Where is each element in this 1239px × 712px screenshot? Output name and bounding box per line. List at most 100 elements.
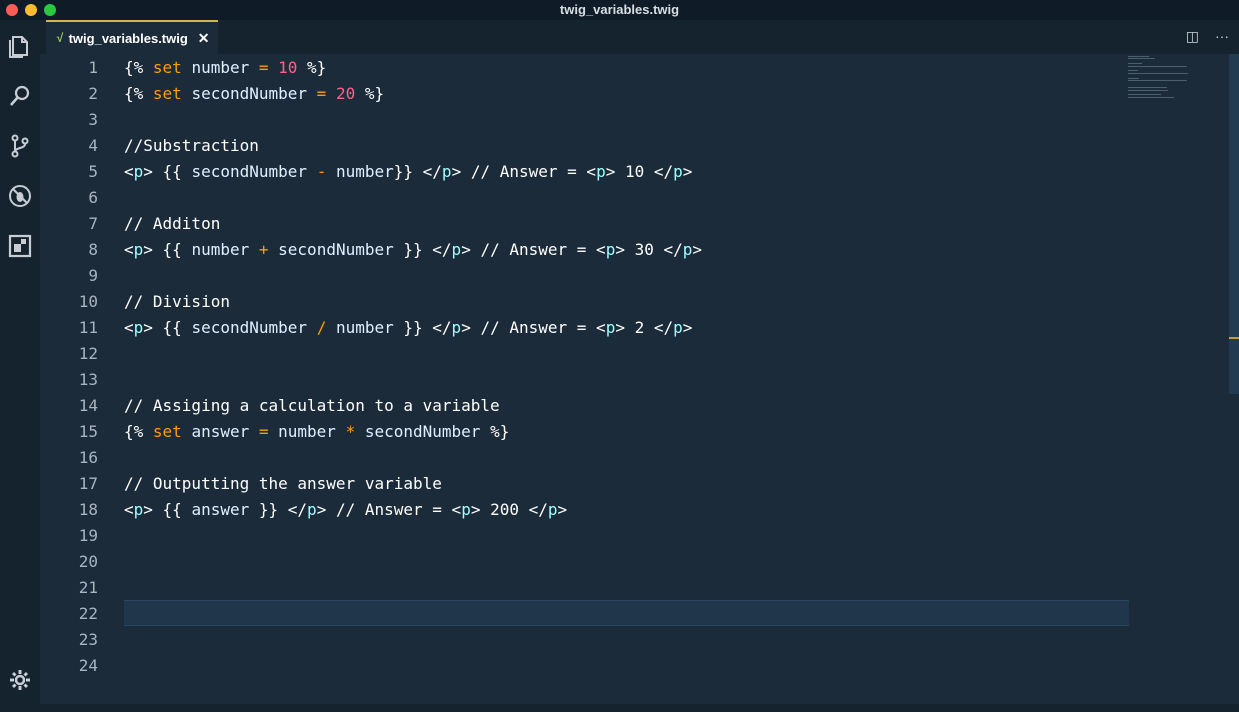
code-token: p xyxy=(133,318,144,337)
code-token: > {{ xyxy=(143,162,192,181)
minimap-line xyxy=(1128,89,1168,91)
extensions-icon[interactable] xyxy=(6,232,34,260)
code-token: 20 xyxy=(335,84,356,103)
code-token: {% xyxy=(124,84,153,103)
activity-bar xyxy=(0,20,40,712)
code-token: %} xyxy=(480,422,510,441)
minimap-line xyxy=(1128,96,1174,98)
tab-twig-variables[interactable]: √ twig_variables.twig ✕ xyxy=(46,20,218,54)
code-token: set xyxy=(152,58,192,77)
code-line[interactable]: //Substraction xyxy=(124,133,259,159)
window-title: twig_variables.twig xyxy=(559,2,680,17)
code-token: p xyxy=(451,240,462,259)
code-token: }} </ xyxy=(393,162,442,181)
code-line[interactable]: // Assiging a calculation to a variable xyxy=(124,393,500,419)
debug-icon[interactable] xyxy=(6,182,34,210)
minimap-line xyxy=(1128,65,1187,67)
code-token: number xyxy=(191,58,259,77)
gear-icon[interactable] xyxy=(6,666,34,694)
code-token: }} </ xyxy=(393,240,452,259)
code-token: < xyxy=(124,500,134,519)
code-token: > // Answer = < xyxy=(461,318,606,337)
code-area[interactable]: {% set number = 10 %} {% set secondNumber… xyxy=(124,54,1129,704)
line-number: 7 xyxy=(88,214,98,233)
editor-window: twig_variables.twig √ twig_variables.twi… xyxy=(0,0,1239,712)
code-token: > {{ xyxy=(143,240,192,259)
code-line[interactable]: <p> {{ number + secondNumber }} </p> // … xyxy=(124,237,702,263)
code-token: set xyxy=(152,84,192,103)
line-number: 23 xyxy=(78,630,98,649)
code-token: > // Answer = < xyxy=(451,162,597,181)
files-icon[interactable] xyxy=(6,32,34,60)
minimap-line xyxy=(1128,63,1142,65)
line-number: 12 xyxy=(78,344,98,363)
code-token: = xyxy=(258,58,279,77)
zoom-window-button[interactable] xyxy=(44,4,56,16)
minimap-line xyxy=(1128,56,1149,57)
code-token: secondNumber xyxy=(278,240,394,259)
code-token: p xyxy=(133,500,144,519)
code-token: = xyxy=(316,84,336,103)
code-token: p xyxy=(451,318,462,337)
code-token: p xyxy=(596,162,606,181)
code-token: > xyxy=(692,240,703,259)
code-token: p xyxy=(673,318,683,337)
code-token: * xyxy=(345,422,365,441)
code-token: {% xyxy=(124,422,153,441)
scrollbar-marker xyxy=(1229,337,1239,339)
close-icon[interactable]: ✕ xyxy=(198,30,210,47)
code-token: //Substraction xyxy=(124,136,259,155)
twig-file-icon: √ xyxy=(56,31,63,45)
minimap[interactable] xyxy=(1128,54,1228,134)
vertical-scrollbar[interactable] xyxy=(1229,54,1239,394)
more-actions-icon[interactable]: ··· xyxy=(1215,28,1229,45)
tab-label: twig_variables.twig xyxy=(68,30,188,46)
code-token: answer xyxy=(191,500,250,519)
code-line[interactable]: <p> {{ secondNumber - number}} </p> // A… xyxy=(124,159,692,185)
line-number: 3 xyxy=(88,110,98,129)
code-token: < xyxy=(124,240,134,259)
code-token: > 10 </ xyxy=(605,162,674,181)
code-line[interactable]: <p> {{ answer }} </p> // Answer = <p> 20… xyxy=(124,497,567,523)
search-icon[interactable] xyxy=(6,82,34,110)
code-token: // Outputting the answer variable xyxy=(124,474,442,493)
close-window-button[interactable] xyxy=(6,4,18,16)
code-token: p xyxy=(673,162,683,181)
code-line[interactable]: <p> {{ secondNumber / number }} </p> // … xyxy=(124,315,692,341)
line-number: 16 xyxy=(78,448,98,467)
minimize-window-button[interactable] xyxy=(25,4,37,16)
code-token: > 200 </ xyxy=(470,500,548,519)
code-token: %} xyxy=(297,58,327,77)
code-token: p xyxy=(461,500,471,519)
code-token: answer xyxy=(191,422,259,441)
code-token: %} xyxy=(355,84,385,103)
split-editor-icon[interactable]: ◫ xyxy=(1186,28,1199,45)
code-line[interactable]: // Outputting the answer variable xyxy=(124,471,442,497)
line-number: 15 xyxy=(78,422,98,441)
code-token: number xyxy=(278,422,346,441)
minimap-line xyxy=(1128,77,1139,79)
line-number: 17 xyxy=(78,474,98,493)
code-line[interactable]: {% set answer = number * secondNumber %} xyxy=(124,419,509,445)
code-token: // Assiging a calculation to a variable xyxy=(124,396,500,415)
code-token: secondNumber xyxy=(191,318,317,337)
code-line[interactable]: // Additon xyxy=(124,211,220,237)
code-line[interactable]: {% set number = 10 %} xyxy=(124,55,326,81)
line-number: 21 xyxy=(78,578,98,597)
code-editor[interactable]: 1 2 3 4 5 6 7 8 9 10 11 12 13 14 15 16 17 18 19 20 21 22 23 24 … xyxy=(40,54,1239,704)
code-token: p xyxy=(307,500,317,519)
line-number: 20 xyxy=(78,552,98,571)
line-number: 4 xyxy=(88,136,98,155)
code-token: // Division xyxy=(124,292,230,311)
code-token: p xyxy=(133,162,144,181)
code-token: > {{ xyxy=(143,500,192,519)
line-number: 11 xyxy=(78,318,98,337)
source-control-icon[interactable] xyxy=(6,132,34,160)
code-line[interactable]: // Division xyxy=(124,289,230,315)
code-token: < xyxy=(124,318,134,337)
code-line[interactable]: {% set secondNumber = 20 %} xyxy=(124,81,384,107)
line-number: 22 xyxy=(78,604,98,623)
code-token: p xyxy=(682,240,693,259)
tab-actions: ◫ ··· xyxy=(1186,28,1229,45)
line-number: 8 xyxy=(88,240,98,259)
